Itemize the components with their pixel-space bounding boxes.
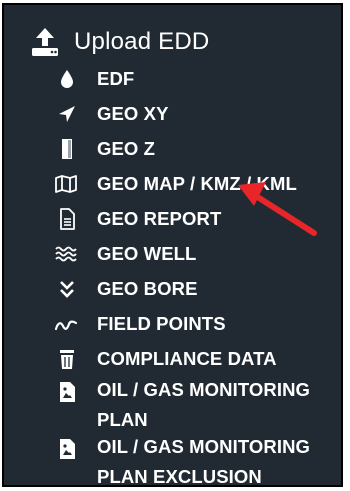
squiggle-icon <box>55 320 77 331</box>
menu-item-label-line2: PLAN <box>97 409 148 430</box>
upload-edd-menu: Upload EDD EDF GEO XY GEO Z GEO MAP / KM… <box>2 3 343 487</box>
trash-icon <box>60 350 74 369</box>
menu-item-oil-gas-monitoring-plan[interactable]: OIL / GAS MONITORING PLAN <box>4 375 341 435</box>
menu-item-geo-z[interactable]: GEO Z <box>4 133 341 165</box>
menu-item-label: OIL / GAS MONITORING PLAN EXCLUSION <box>97 432 341 487</box>
menu-item-oil-gas-monitoring-plan-exclusion[interactable]: OIL / GAS MONITORING PLAN EXCLUSION <box>4 432 341 487</box>
menu-item-label-line1: OIL / GAS MONITORING <box>97 436 311 457</box>
drop-icon <box>61 70 73 88</box>
menu-item-geo-bore[interactable]: GEO BORE <box>4 273 341 305</box>
document-icon <box>60 208 75 230</box>
upload-edd-header[interactable]: Upload EDD <box>4 22 341 62</box>
water-waves-icon <box>55 246 77 262</box>
menu-item-label: OIL / GAS MONITORING PLAN <box>97 375 341 435</box>
menu-item-edf[interactable]: EDF <box>4 63 341 95</box>
image-file-icon <box>60 439 75 459</box>
menu-item-label-line1: OIL / GAS MONITORING <box>97 379 311 400</box>
upload-edd-title: Upload EDD <box>74 28 210 55</box>
menu-item-label: GEO REPORT <box>97 208 222 229</box>
menu-item-field-points[interactable]: FIELD POINTS <box>4 308 341 340</box>
menu-item-label-line2: PLAN EXCLUSION <box>97 466 262 487</box>
menu-item-label: COMPLIANCE DATA <box>97 348 277 369</box>
menu-item-label: GEO Z <box>97 138 156 159</box>
double-chevron-down-icon <box>60 281 74 298</box>
menu-item-label: GEO XY <box>97 103 169 124</box>
menu-item-compliance-data[interactable]: COMPLIANCE DATA <box>4 343 341 375</box>
map-icon <box>55 175 77 193</box>
menu-item-label: EDF <box>97 68 135 89</box>
upload-icon <box>32 28 58 56</box>
vertical-bar-icon <box>62 139 72 159</box>
menu-item-geo-xy[interactable]: GEO XY <box>4 98 341 130</box>
menu-item-label: GEO BORE <box>97 278 198 299</box>
image-file-icon <box>60 382 75 402</box>
menu-item-label: GEO WELL <box>97 243 197 264</box>
menu-item-label: FIELD POINTS <box>97 313 226 334</box>
location-arrow-icon <box>59 106 75 122</box>
annotation-arrow-icon <box>238 182 317 236</box>
